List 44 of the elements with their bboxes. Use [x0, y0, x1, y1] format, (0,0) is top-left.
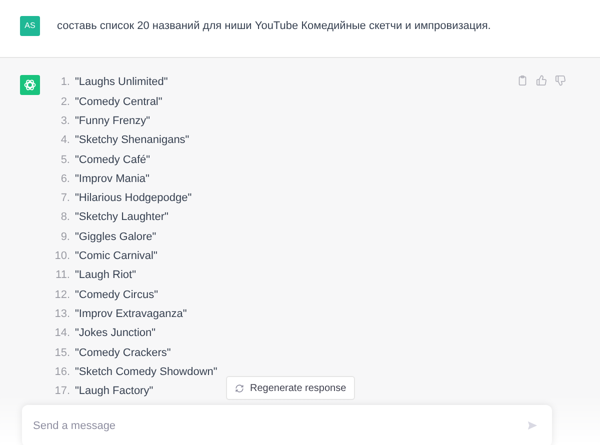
user-avatar: AS: [20, 16, 40, 36]
list-number: 4.: [60, 133, 71, 148]
list-number: 15.: [54, 346, 71, 361]
list-item: "Comedy Crackers": [75, 346, 171, 361]
list-item: "Comic Carnival": [75, 249, 158, 264]
list-item: "Laugh Riot": [75, 268, 136, 284]
list-item: "Sketchy Laughter": [75, 210, 168, 226]
list-item: "Comedy Café": [75, 152, 150, 168]
clipboard-icon[interactable]: [517, 75, 528, 86]
thumbs-down-icon[interactable]: [555, 75, 566, 86]
list-number: 17.: [54, 384, 71, 400]
regenerate-button[interactable]: Regenerate response: [226, 376, 356, 400]
assistant-avatar: [20, 75, 40, 95]
list-number: 5.: [60, 152, 71, 168]
list-number: 9.: [60, 230, 71, 245]
list-item: "Funny Frenzy": [75, 114, 150, 129]
list-item: "Laugh Factory": [75, 384, 154, 400]
thumbs-up-icon[interactable]: [536, 75, 547, 86]
list-number: 8.: [60, 210, 71, 226]
list-number: 6.: [60, 172, 71, 187]
list-number: 7.: [60, 191, 71, 206]
user-message: составь список 20 названий для ниши YouTube Комедийные скетчи и импровизация.: [57, 19, 491, 34]
list-number: 13.: [54, 306, 71, 322]
list-number: 2.: [60, 94, 71, 110]
refresh-icon: [235, 384, 244, 392]
list-item: "Comedy Circus": [75, 288, 158, 303]
list-number: 10.: [54, 249, 71, 264]
list-number: 1.: [60, 75, 71, 90]
list-item: "Giggles Galore": [75, 230, 156, 245]
list-number: 11.: [54, 268, 71, 284]
list-number: 16.: [54, 364, 71, 380]
list-item: "Laughs Unlimited": [75, 75, 168, 90]
list-item: "Comedy Central": [75, 94, 162, 110]
list-item: "Improv Extravaganza": [75, 306, 187, 322]
list-number: 3.: [60, 114, 71, 129]
list-number: 12.: [54, 288, 71, 303]
list-item: "Sketch Comedy Showdown": [75, 364, 218, 380]
list-item: "Hilarious Hodgepodge": [75, 191, 192, 206]
list-item: "Improv Mania": [75, 172, 150, 187]
send-icon[interactable]: [527, 420, 538, 431]
message-field[interactable]: Send a message: [22, 405, 552, 445]
list-item: "Sketchy Shenanigans": [75, 133, 190, 148]
list-number: 14.: [54, 326, 71, 342]
list-item: "Jokes Junction": [75, 326, 156, 342]
